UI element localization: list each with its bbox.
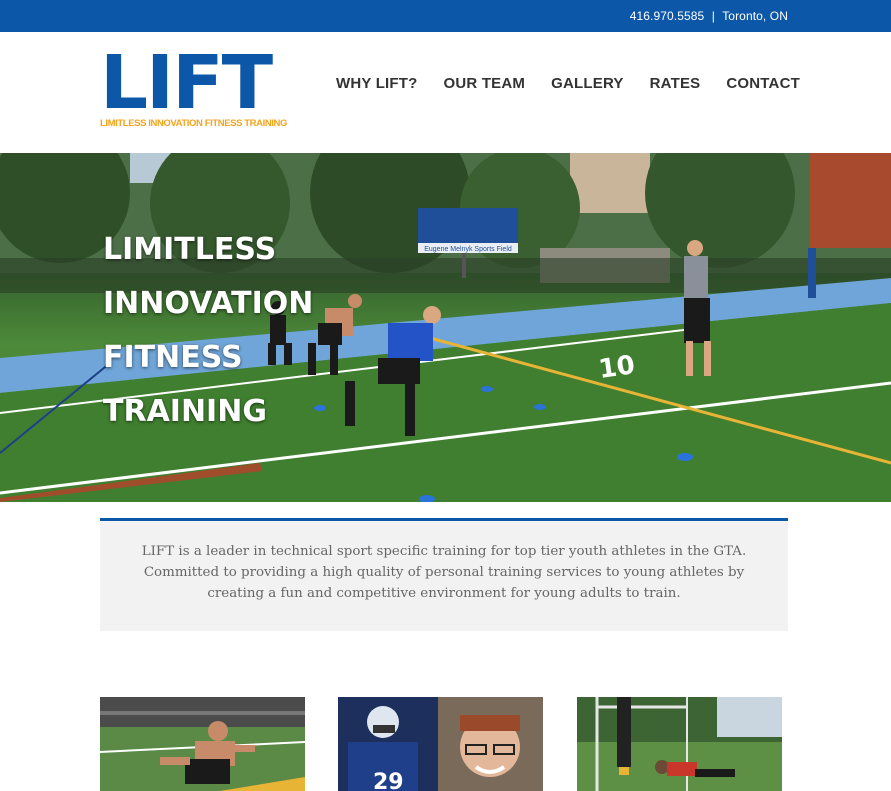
logo-wordmark: LIFT [100, 40, 273, 126]
thumbnail-athlete-sprint[interactable] [100, 697, 305, 791]
intro-box: LIFT is a leader in technical sport spec… [100, 521, 788, 631]
location: Toronto, ON [722, 9, 788, 23]
logo-tagline: LIMITLESS INNOVATION FITNESS TRAINING [100, 118, 287, 129]
top-bar: 416.970.5585 | Toronto, ON [0, 0, 891, 32]
hero-banner: Eugene Melnyk Sports Field 10 LIMITLESS … [0, 153, 891, 502]
hero-headline: LIMITLESS INNOVATION FITNESS TRAINING [103, 223, 313, 439]
hero-line-fitness: FITNESS [103, 340, 243, 375]
main-nav: WHY LIFT? OUR TEAM GALLERY RATES CONTACT [336, 75, 800, 92]
nav-our-team[interactable]: OUR TEAM [444, 75, 526, 92]
thumbnail-team-members[interactable]: 29 [338, 697, 543, 791]
field-number: 10 [597, 350, 637, 385]
nav-rates[interactable]: RATES [650, 75, 701, 92]
phone-number[interactable]: 416.970.5585 [630, 9, 705, 23]
logo[interactable]: LIFT LIMITLESS INNOVATION FITNESS TRAINI… [100, 46, 287, 134]
nav-contact[interactable]: CONTACT [726, 75, 800, 92]
site-header: LIFT LIMITLESS INNOVATION FITNESS TRAINI… [0, 32, 891, 153]
scoreboard-label: Eugene Melnyk Sports Field [424, 246, 512, 253]
hero-line-limitless: LIMITLESS [103, 232, 277, 267]
hero-line-innovation: INNOVATION [103, 286, 314, 321]
contact-info: 416.970.5585 | Toronto, ON [630, 9, 788, 23]
jersey-number: 29 [373, 770, 404, 791]
hero-line-training: TRAINING [103, 394, 267, 429]
nav-why-lift[interactable]: WHY LIFT? [336, 75, 418, 92]
nav-gallery[interactable]: GALLERY [551, 75, 624, 92]
separator: | [711, 9, 715, 23]
intro-text: LIFT is a leader in technical sport spec… [141, 544, 747, 601]
thumbnail-trx-training[interactable] [577, 697, 782, 791]
